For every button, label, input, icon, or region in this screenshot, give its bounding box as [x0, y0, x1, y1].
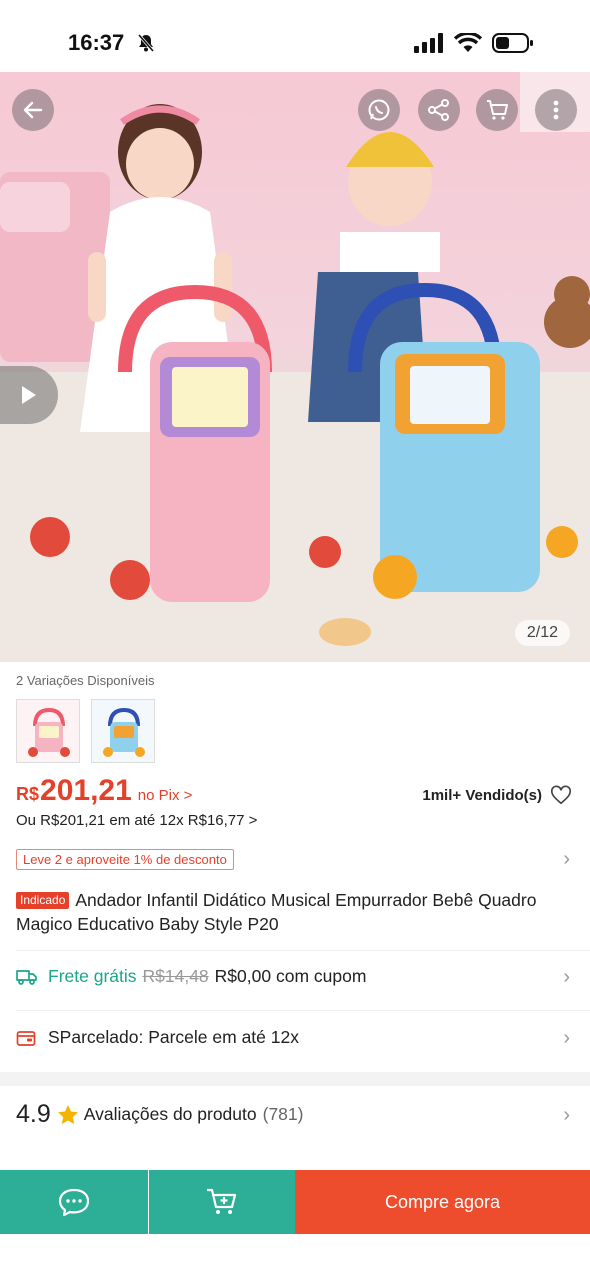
battery-icon: [492, 33, 533, 53]
blue-walker-image: [92, 700, 154, 762]
price-value: 201,21: [40, 774, 132, 807]
divider: [16, 1010, 590, 1011]
pink-walker-image: [17, 700, 79, 762]
sold-count: 1mil+ Vendido(s): [422, 787, 542, 804]
bottom-action-bar: Compre agora: [0, 1170, 590, 1234]
variation-thumb-blue[interactable]: [91, 699, 155, 763]
add-to-cart-icon: [207, 1188, 237, 1214]
recommended-tag: Indicado: [16, 892, 70, 909]
price-currency: R$: [16, 784, 40, 804]
play-icon: [22, 386, 36, 404]
rating-count: (781): [262, 1104, 304, 1124]
share-button[interactable]: [418, 89, 460, 131]
installment-info[interactable]: Ou R$201,21 em até 12x R$16,77 >: [16, 812, 257, 829]
rating-row[interactable]: 4.9 Avaliações do produto (781): [16, 1100, 303, 1129]
shipping-row[interactable]: Frete grátis R$14,48 R$0,00 com cupom: [16, 966, 366, 987]
rating-label: Avaliações do produto: [83, 1104, 257, 1124]
heart-icon[interactable]: [550, 784, 572, 806]
chevron-right-icon[interactable]: ›: [563, 848, 570, 871]
product-photo: [0, 72, 590, 662]
variation-thumb-pink[interactable]: [16, 699, 80, 763]
whatsapp-share-button[interactable]: [358, 89, 400, 131]
variations-label: 2 Variações Disponíveis: [16, 673, 155, 688]
section-gap: [0, 1072, 590, 1086]
chat-icon: [58, 1188, 90, 1217]
add-to-cart-button[interactable]: [149, 1170, 295, 1234]
share-icon: [428, 99, 449, 121]
chat-button[interactable]: [0, 1170, 148, 1234]
star-icon: [57, 1104, 78, 1124]
play-video-button[interactable]: [0, 366, 58, 424]
price-row[interactable]: R$ 201,21 no Pix >: [16, 774, 192, 808]
installments-row[interactable]: SParcelado: Parcele em até 12x: [16, 1027, 299, 1048]
bottom-safe-area: [0, 1234, 590, 1280]
chevron-right-icon[interactable]: ›: [563, 966, 570, 989]
pix-label: no Pix >: [137, 787, 193, 804]
installments-label: SParcelado: Parcele em até 12x: [48, 1027, 299, 1047]
wallet-icon: [16, 1030, 36, 1046]
cart-button[interactable]: [476, 89, 518, 131]
more-options-button[interactable]: [535, 89, 577, 131]
whatsapp-icon: [368, 99, 390, 121]
rating-score: 4.9: [16, 1100, 51, 1128]
shipping-old-price: R$14,48: [142, 966, 209, 986]
chevron-right-icon[interactable]: ›: [563, 1027, 570, 1050]
back-button[interactable]: [12, 89, 54, 131]
status-time: 16:37: [68, 30, 125, 55]
arrow-left-icon: [23, 101, 43, 119]
signal-icon: [414, 33, 443, 53]
bell-off-icon: [137, 34, 155, 52]
more-vertical-icon: [553, 100, 559, 120]
product-title-text: Andador Infantil Didático Musical Empurr…: [16, 890, 537, 934]
product-image[interactable]: [0, 72, 590, 662]
divider: [16, 950, 590, 951]
buy-now-button[interactable]: Compre agora: [295, 1170, 590, 1234]
free-shipping-label: Frete grátis: [48, 966, 137, 986]
product-title: Indicado Andador Infantil Didático Musica…: [16, 888, 556, 936]
image-counter: 2/12: [514, 620, 570, 646]
promo-badge[interactable]: Leve 2 e aproveite 1% de desconto: [16, 849, 234, 870]
truck-icon: [16, 969, 37, 985]
wifi-icon: [454, 33, 482, 52]
chevron-right-icon[interactable]: ›: [563, 1104, 570, 1127]
cart-icon: [487, 100, 508, 120]
shipping-new-price: R$0,00 com cupom: [214, 966, 367, 986]
status-bar: 16:37: [0, 0, 590, 72]
